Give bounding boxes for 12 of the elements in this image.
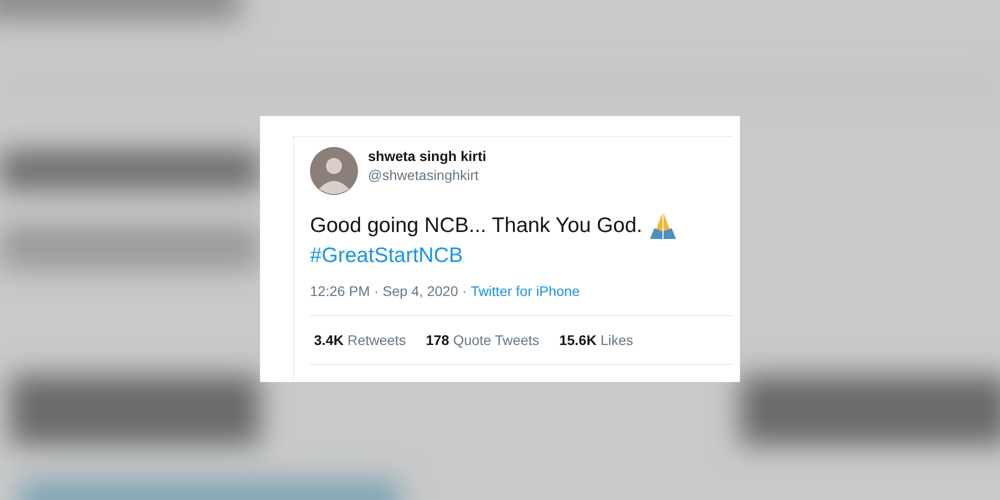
tweet-text: Good going NCB... Thank You God.	[310, 213, 642, 239]
stat-link[interactable]: 178 Quote Tweets	[426, 332, 540, 348]
author-name[interactable]: shweta singh kirti	[368, 148, 486, 164]
tweet-date: Sep 4, 2020	[382, 283, 458, 299]
tweet-time: 12:26 PM	[310, 283, 370, 299]
stat-link[interactable]: 15.6K Likes	[559, 332, 634, 348]
stat-link[interactable]: 3.4K Retweets	[314, 332, 406, 348]
folded-hands-icon	[650, 213, 676, 239]
separator-dot: ·	[374, 283, 379, 299]
author-handle[interactable]: @shwetasinghkirt	[368, 166, 486, 182]
avatar[interactable]	[310, 147, 358, 195]
separator-dot: ·	[462, 283, 467, 299]
